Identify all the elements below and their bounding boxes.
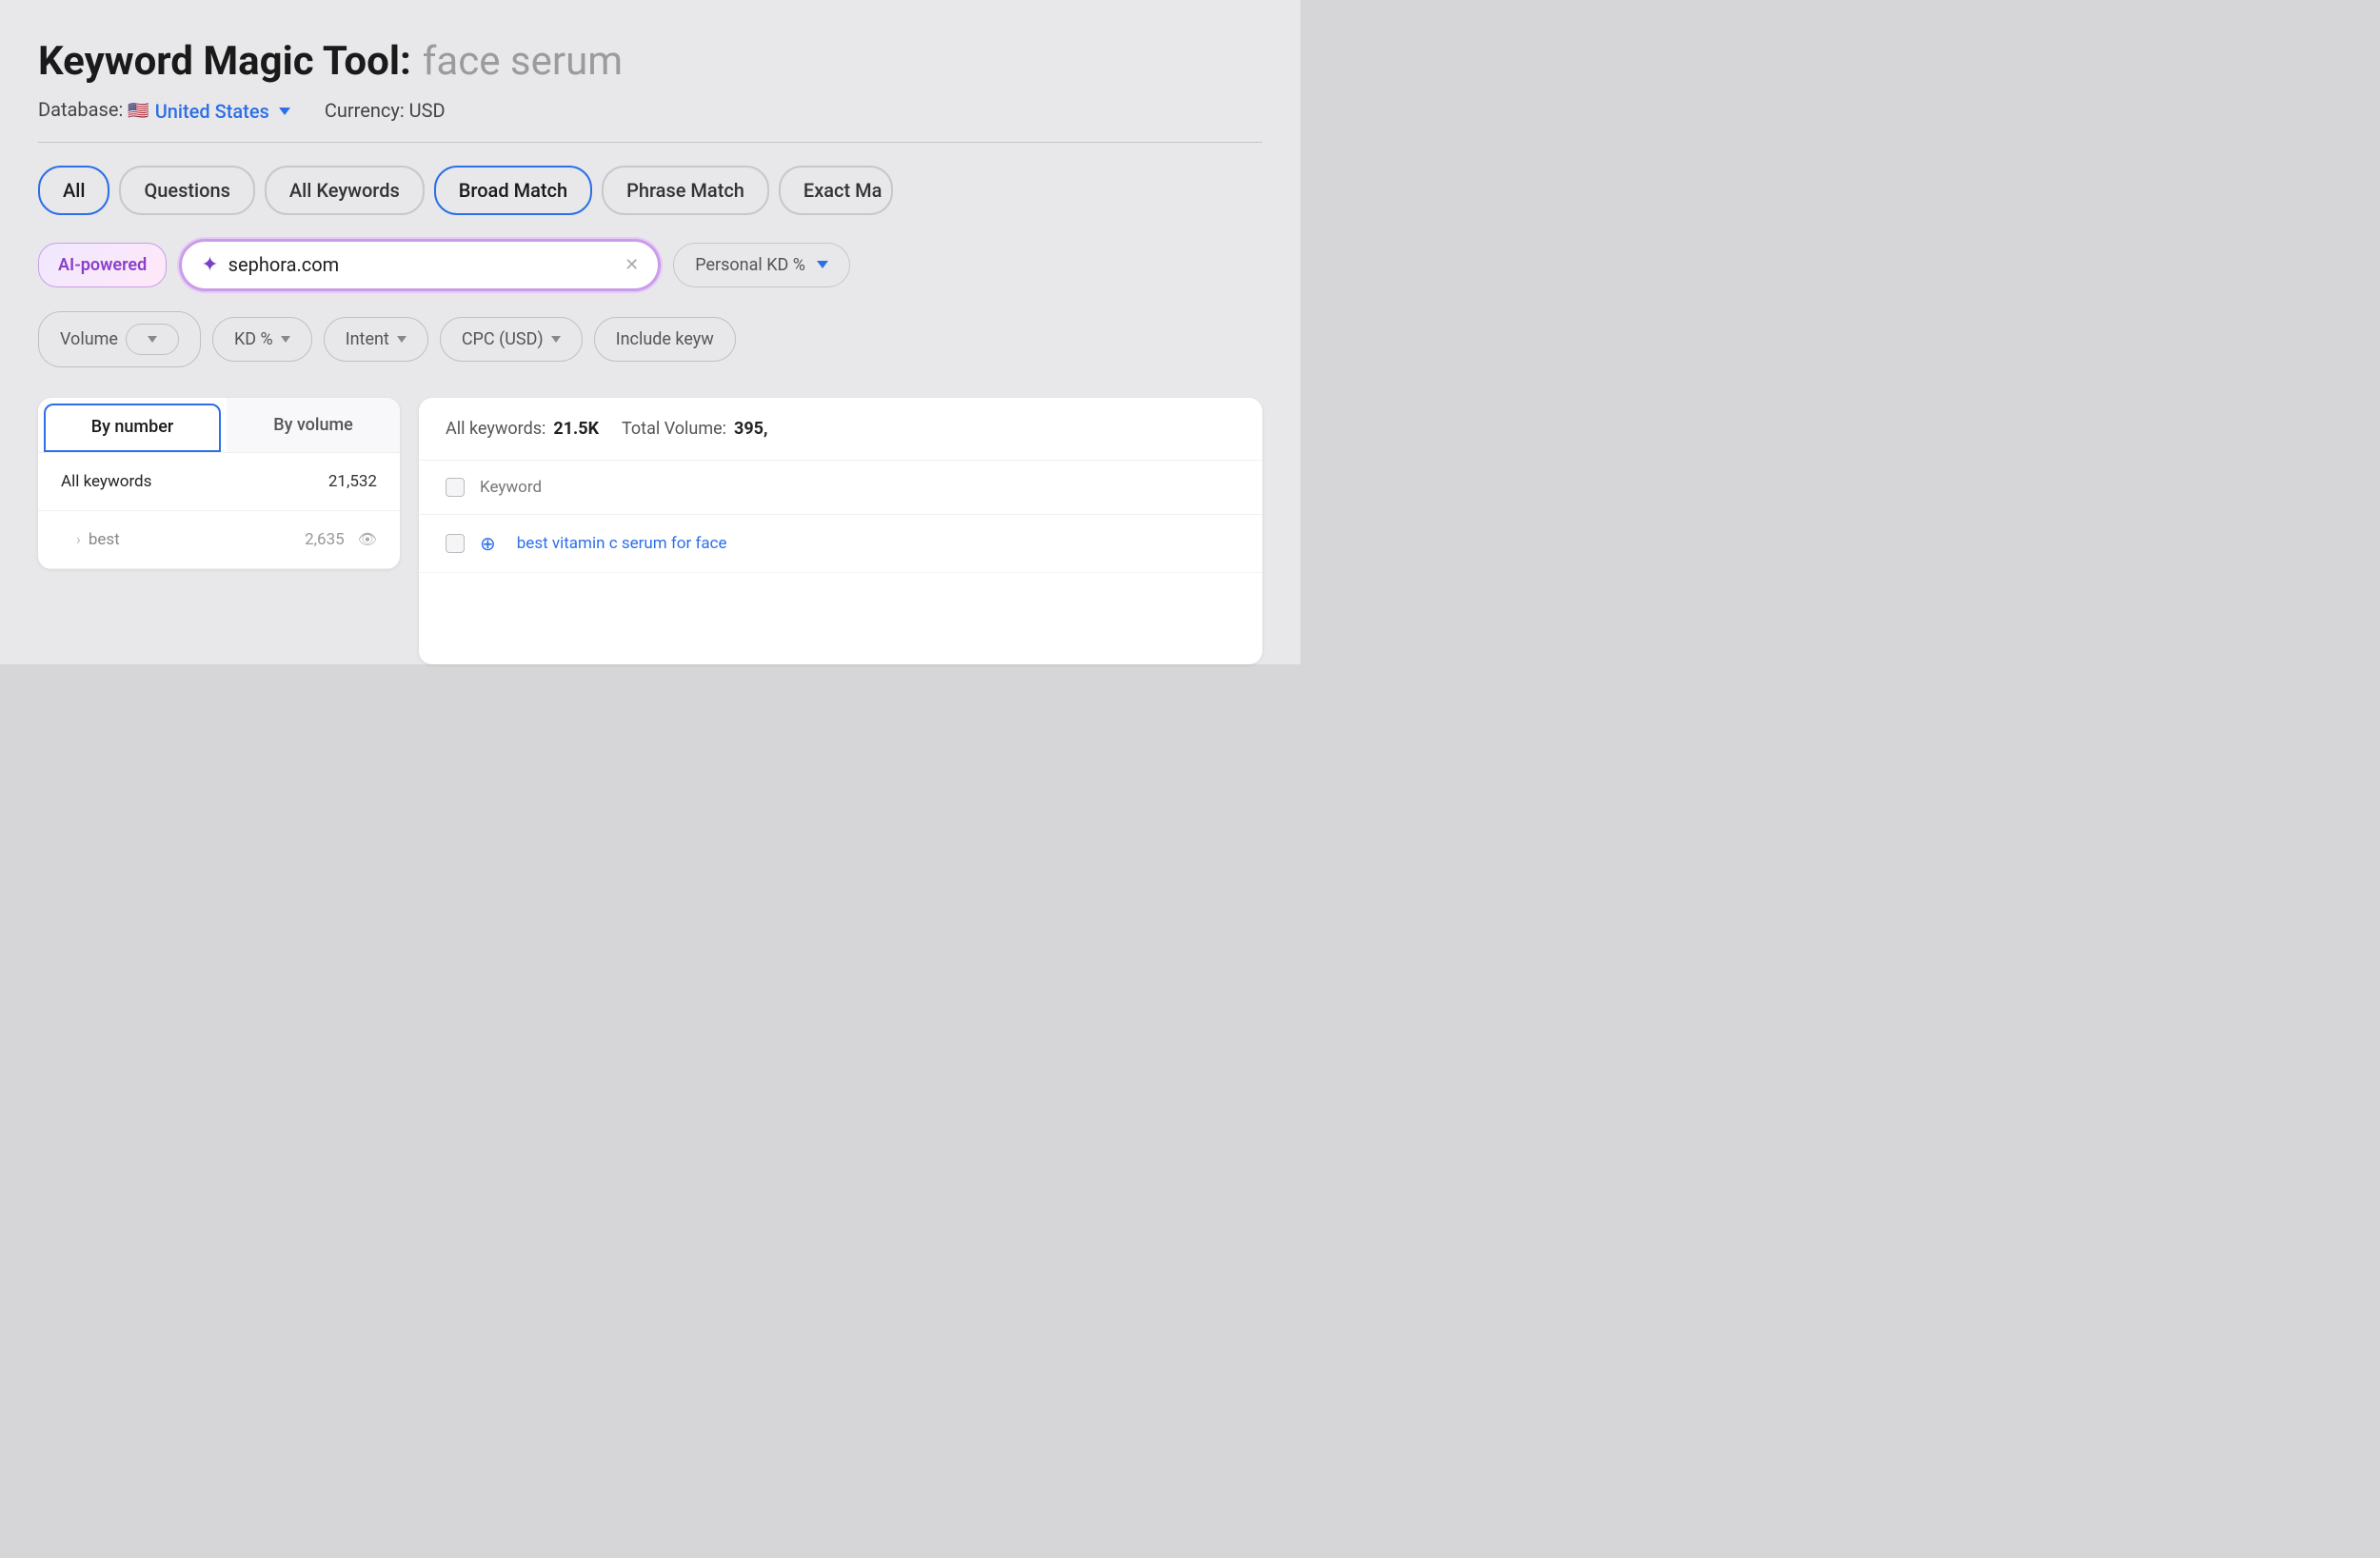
personal-kd-button[interactable]: Personal KD %	[673, 243, 850, 287]
table-header-row: Keyword	[419, 461, 1262, 515]
tab-all-keywords[interactable]: All Keywords	[265, 166, 425, 215]
page-container: Keyword Magic Tool: face serum Database:…	[0, 0, 1300, 664]
table-row: ⊕ best vitamin c serum for face	[419, 515, 1262, 573]
tab-questions[interactable]: Questions	[119, 166, 254, 215]
by-volume-tab[interactable]: By volume	[227, 398, 400, 452]
add-keyword-icon[interactable]: ⊕	[480, 532, 496, 555]
header: Keyword Magic Tool: face serum Database:…	[38, 38, 1262, 123]
total-volume-label: Total Volume:	[622, 419, 726, 439]
include-keywords-button[interactable]: Include keyw	[594, 317, 736, 362]
list-item[interactable]: › best 2,635 👁	[38, 511, 400, 569]
cpc-filter-button[interactable]: CPC (USD)	[440, 317, 583, 362]
filter-row: AI-powered ✦ sephora.com ✕ Personal KD %	[38, 242, 1262, 288]
total-count: 21.5K	[553, 419, 599, 439]
item-count: 2,635	[305, 530, 345, 549]
row-checkbox[interactable]	[446, 534, 465, 553]
summary-label: All keywords:	[446, 419, 545, 439]
currency-label: Currency: USD	[325, 99, 446, 122]
right-panel-header: All keywords: 21.5K Total Volume: 395,	[419, 398, 1262, 461]
personal-kd-label: Personal KD %	[695, 255, 805, 275]
filter-buttons-row: Volume KD % Intent CPC (USD) Include key…	[38, 311, 1262, 367]
cpc-chevron-icon	[551, 336, 561, 343]
left-panel: By number By volume All keywords 21,532 …	[38, 398, 400, 569]
intent-filter-button[interactable]: Intent	[324, 317, 428, 362]
content-area: By number By volume All keywords 21,532 …	[38, 398, 1262, 664]
search-box[interactable]: ✦ sephora.com ✕	[182, 242, 658, 288]
list-item[interactable]: All keywords 21,532	[38, 453, 400, 511]
tabs-row: All Questions All Keywords Broad Match P…	[38, 166, 1262, 215]
select-all-checkbox[interactable]	[446, 478, 465, 497]
total-volume: 395,	[734, 419, 767, 439]
tab-all[interactable]: All	[38, 166, 109, 215]
search-value: sephora.com	[228, 253, 615, 276]
by-number-tab[interactable]: By number	[44, 404, 221, 452]
tab-phrase-match[interactable]: Phrase Match	[602, 166, 769, 215]
chevron-right-icon: ›	[76, 530, 81, 548]
flag-icon: 🇺🇸	[128, 101, 149, 121]
intent-chevron-icon	[397, 336, 407, 343]
volume-chevron-icon	[126, 324, 179, 355]
by-tabs: By number By volume	[38, 398, 400, 453]
kd-filter-button[interactable]: KD %	[212, 317, 312, 362]
volume-filter-button[interactable]: Volume	[38, 311, 201, 367]
database-chevron-icon	[279, 108, 290, 115]
eye-icon[interactable]: 👁	[358, 530, 377, 548]
header-divider	[38, 142, 1262, 143]
item-label: best	[89, 530, 120, 549]
keyword-column-header: Keyword	[480, 478, 542, 497]
tab-broad-match[interactable]: Broad Match	[434, 166, 592, 215]
personal-kd-chevron-icon	[817, 261, 828, 268]
clear-icon[interactable]: ✕	[625, 255, 639, 275]
ai-badge: AI-powered	[38, 243, 167, 287]
page-title: Keyword Magic Tool:	[38, 38, 411, 85]
meta-row: Database: 🇺🇸 United States Currency: USD	[38, 98, 1262, 123]
database-label: Database: 🇺🇸 United States	[38, 98, 290, 123]
kd-chevron-icon	[281, 336, 290, 343]
search-query: face serum	[423, 38, 623, 85]
database-selector[interactable]: 🇺🇸 United States	[128, 100, 290, 123]
title-row: Keyword Magic Tool: face serum	[38, 38, 1262, 85]
sparkle-icon: ✦	[201, 253, 218, 277]
item-label: All keywords	[61, 472, 151, 491]
tab-exact-match[interactable]: Exact Ma	[779, 166, 893, 215]
item-count: 21,532	[328, 472, 377, 491]
keyword-group-list: All keywords 21,532 › best 2,635 👁	[38, 453, 400, 569]
right-panel: All keywords: 21.5K Total Volume: 395, K…	[419, 398, 1262, 664]
keyword-link[interactable]: best vitamin c serum for face	[517, 534, 727, 553]
